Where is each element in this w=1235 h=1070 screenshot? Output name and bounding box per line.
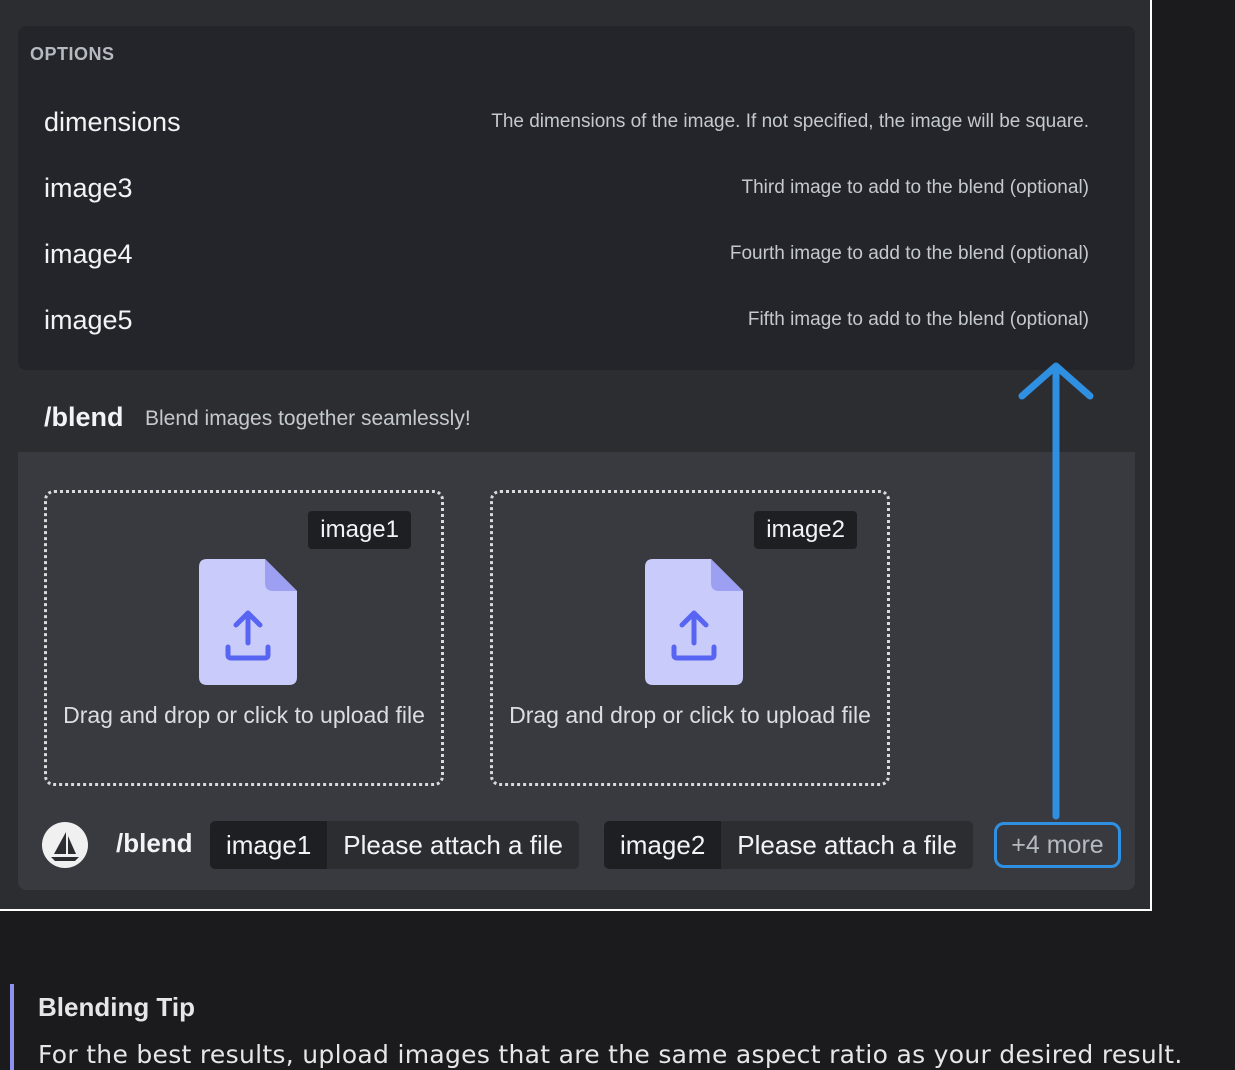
option-name: dimensions [44,107,181,137]
option-image3[interactable]: image3 Third image to add to the blend (… [18,158,1135,218]
option-image4[interactable]: image4 Fourth image to add to the blend … [18,224,1135,284]
blending-tip: Blending Tip For the best results, uploa… [10,984,1235,1070]
param-name: image1 [210,821,328,869]
option-description: The dimensions of the image. If not spec… [491,111,1089,132]
option-image5[interactable]: image5 Fifth image to add to the blend (… [18,290,1135,350]
option-description: Fifth image to add to the blend (optiona… [747,309,1089,330]
option-dimensions[interactable]: dimensions The dimensions of the image. … [18,92,1135,152]
param-value: Please attach a file [327,821,579,869]
bot-avatar-icon [42,822,88,868]
options-panel: OPTIONS dimensions The dimensions of the… [18,26,1135,370]
upload-file-icon [199,559,297,685]
tip-text: For the best results, upload images that… [38,1040,1183,1069]
tip-title: Blending Tip [38,992,195,1022]
dropzone-tag: image2 [754,511,857,549]
param-value: Please attach a file [721,821,973,869]
more-options-button[interactable]: +4 more [994,822,1121,868]
option-description: Fourth image to add to the blend (option… [729,243,1089,264]
command-description: Blend images together seamlessly! [145,407,471,430]
option-description: Third image to add to the blend (optiona… [741,177,1090,198]
command-panel: /blend Blend images together seamlessly!… [18,392,1135,890]
command-name: /blend [44,402,124,432]
command-header: /blend Blend images together seamlessly! [18,392,1135,452]
dropzone-tag: image1 [308,511,411,549]
param-name: image2 [604,821,722,869]
param-image2[interactable]: image2 Please attach a file [604,821,973,869]
dropzone-image2[interactable]: image2 Drag and drop or click to upload … [490,490,890,786]
option-name: image3 [44,173,133,203]
option-name: image5 [44,305,133,335]
dropzone-text: Drag and drop or click to upload file [509,702,871,728]
command-input-bar[interactable]: /blend image1 Please attach a file image… [18,816,1135,876]
bar-command: /blend [116,828,193,858]
upload-file-icon [645,559,743,685]
dropzone-image1[interactable]: image1 Drag and drop or click to upload … [44,490,444,786]
discord-screenshot: OPTIONS dimensions The dimensions of the… [0,0,1152,911]
param-image1[interactable]: image1 Please attach a file [210,821,579,869]
options-header: OPTIONS [30,44,115,64]
dropzone-text: Drag and drop or click to upload file [63,702,425,728]
option-name: image4 [44,239,133,269]
